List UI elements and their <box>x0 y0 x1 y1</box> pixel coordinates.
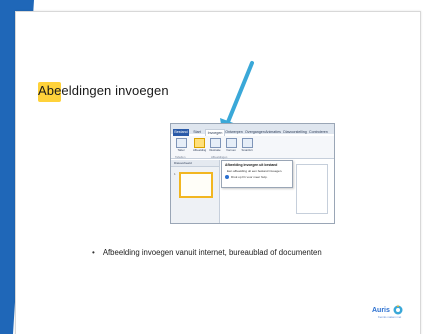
insert-picture-button[interactable]: Afbeelding <box>193 138 206 152</box>
tab-diavoorstelling[interactable]: Diavoorstelling <box>283 129 307 136</box>
smartart-icon <box>241 138 253 148</box>
slide-title: Abeeldingen invoegen <box>38 82 169 102</box>
bullet-text: Afbeelding invoegen vanuit internet, bur… <box>102 248 322 257</box>
picture-icon <box>193 138 205 148</box>
bullet-item: • Afbeelding invoegen vanuit internet, b… <box>92 248 322 257</box>
tab-invoegen[interactable]: Invoegen <box>205 129 225 136</box>
tab-overgangen[interactable]: Overgangen <box>245 129 265 136</box>
tab-animaties[interactable]: Animaties <box>265 129 281 136</box>
tab-controleren[interactable]: Controleren <box>309 129 328 136</box>
bullet-icon: • <box>92 248 95 257</box>
tab-file[interactable]: Bestand <box>173 129 189 136</box>
tooltip-help: Druk op F1 voor meer hulp. <box>222 173 292 179</box>
group-label-tables: Tabellen <box>175 155 186 159</box>
logo-wordmark: Auris <box>372 306 390 314</box>
tab-start[interactable]: Start <box>191 129 203 136</box>
shapes-icon <box>225 138 237 148</box>
group-label-pictures: Afbeeldingen <box>211 155 228 159</box>
slide-thumbnail[interactable] <box>179 172 213 198</box>
illustration-button[interactable]: Illustratie <box>209 138 221 152</box>
tooltip: Afbeelding invoegen uit bestand Een afbe… <box>221 160 293 188</box>
table-icon <box>175 138 187 148</box>
powerpoint-screenshot: Bestand Start Invoegen Ontwerpen Overgan… <box>170 123 335 224</box>
logo-tagline: Kennis maken met <box>378 315 402 319</box>
table-button[interactable]: Tabel <box>175 138 187 152</box>
ribbon-tabs: Bestand Start Invoegen Ontwerpen Overgan… <box>171 129 334 136</box>
tab-ontwerpen[interactable]: Ontwerpen <box>225 129 243 136</box>
slide-title-text: Abeeldingen invoegen <box>38 83 169 98</box>
smartart-button[interactable]: SmartArt <box>241 138 253 152</box>
ribbon: Tabel Afbeelding Illustratie Vormen Smar… <box>171 136 334 159</box>
slide-editing-area[interactable] <box>296 164 328 214</box>
illustration-icon <box>209 138 221 148</box>
shapes-button[interactable]: Vormen <box>225 138 237 152</box>
slides-panel: Diavoorbeeld 1 <box>171 160 220 223</box>
tooltip-description: Een afbeelding uit een bestand invoegen. <box>227 169 283 173</box>
help-icon <box>225 175 229 179</box>
presentation-canvas: Abeeldingen invoegen Bestand Start Invoe… <box>0 0 433 334</box>
slide-number: 1 <box>174 172 176 176</box>
panel-header: Diavoorbeeld <box>171 160 219 167</box>
